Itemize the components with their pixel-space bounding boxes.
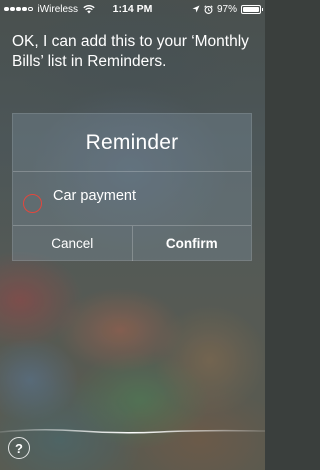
battery-fill <box>243 6 259 12</box>
reminder-item: Car payment <box>13 172 251 226</box>
battery-percent: 97% <box>216 3 237 15</box>
card-actions: Cancel Confirm <box>13 226 251 261</box>
location-arrow-icon <box>192 5 200 13</box>
reminder-item-label: Car payment <box>53 188 137 204</box>
siri-waveform-line <box>0 428 265 434</box>
alarm-clock-icon <box>204 4 213 14</box>
reminder-checkbox-circle-icon[interactable] <box>23 194 42 213</box>
wifi-icon <box>83 4 95 13</box>
help-button[interactable]: ? <box>8 437 30 459</box>
status-right: 97% <box>192 3 263 15</box>
status-left: iWireless <box>4 4 95 15</box>
siri-response-text: OK, I can add this to your ‘Monthly Bill… <box>12 33 249 70</box>
status-bar: iWireless 1:14 PM 97% <box>0 0 265 18</box>
reminder-card-title: Reminder <box>13 114 251 172</box>
reminder-card: Reminder Car payment Cancel Confirm <box>12 113 252 261</box>
cancel-button[interactable]: Cancel <box>13 226 132 261</box>
battery-icon <box>241 4 263 14</box>
confirm-button[interactable]: Confirm <box>131 226 252 261</box>
carrier-name: iWireless <box>37 3 79 15</box>
signal-strength-icon <box>4 6 33 12</box>
